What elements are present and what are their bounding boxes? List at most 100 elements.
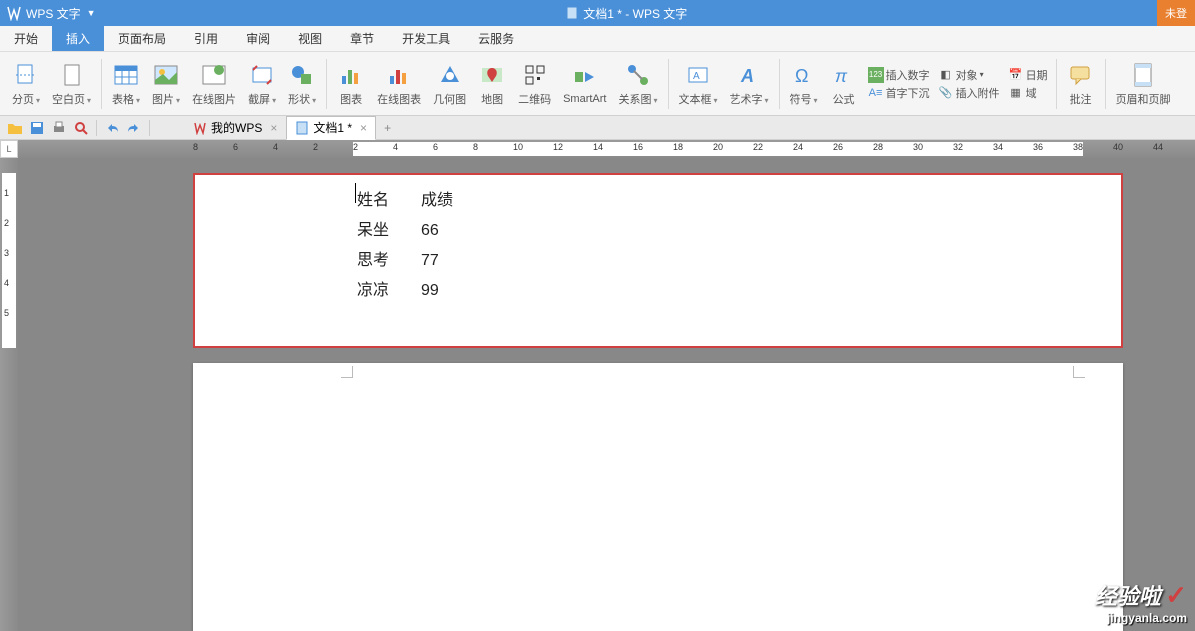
- ribbon: 分页▾ 空白页▾ 表格▾ 图片▾ 在线图片 截屏▾ 形状▾ 图表 在线图表 几何…: [0, 52, 1195, 116]
- qat-redo[interactable]: [124, 118, 144, 138]
- title-left: WPS 文字 ▼: [0, 5, 96, 22]
- watermark: 经验啦 ✓ jingyanla.com: [1095, 579, 1187, 625]
- ribbon-comment[interactable]: 批注: [1061, 54, 1101, 114]
- ribbon-chart[interactable]: 图表: [331, 54, 371, 114]
- qat-sep: [96, 120, 97, 136]
- menu-review[interactable]: 审阅: [232, 26, 284, 51]
- ribbon-symbol[interactable]: Ω符号▾: [784, 54, 824, 114]
- ribbon-header-footer[interactable]: 页眉和页脚: [1110, 54, 1177, 114]
- ribbon-attachment[interactable]: 📎插入附件: [938, 85, 1000, 101]
- attach-icon: 📎: [938, 85, 954, 101]
- ribbon-insert-number[interactable]: 123插入数字: [868, 67, 930, 83]
- tab-close-icon[interactable]: ×: [270, 121, 277, 135]
- svg-text:π: π: [835, 66, 848, 86]
- col-header-score: 成绩: [421, 187, 483, 215]
- check-icon: ✓: [1165, 580, 1187, 610]
- qat-sep: [149, 120, 150, 136]
- title-chevron-icon[interactable]: ▼: [87, 8, 96, 18]
- ribbon-sep: [779, 59, 780, 109]
- menu-devtools[interactable]: 开发工具: [388, 26, 464, 51]
- vertical-ruler[interactable]: 12345: [0, 158, 18, 631]
- ribbon-small-group-2: ◧对象▾ 📎插入附件: [934, 65, 1004, 103]
- ribbon-online-image[interactable]: 在线图片: [186, 54, 242, 114]
- title-bar: WPS 文字 ▼ 文档1 * - WPS 文字 未登: [0, 0, 1195, 26]
- login-badge[interactable]: 未登: [1157, 0, 1195, 26]
- menu-chapter[interactable]: 章节: [336, 26, 388, 51]
- page-wrap: 姓名成绩 呆坐66 思考77 凉凉99: [18, 158, 1195, 631]
- document-page-2[interactable]: [193, 363, 1123, 631]
- watermark-text: 经验啦: [1095, 584, 1161, 609]
- menu-bar: 开始 插入 页面布局 引用 审阅 视图 章节 开发工具 云服务: [0, 26, 1195, 52]
- ribbon-screenshot[interactable]: 截屏▾: [242, 54, 282, 114]
- ribbon-dropcap[interactable]: A≡首字下沉: [868, 85, 930, 101]
- menu-pagelayout[interactable]: 页面布局: [104, 26, 180, 51]
- tab-add-button[interactable]: +: [376, 121, 399, 135]
- ribbon-geometry[interactable]: 几何图: [427, 54, 472, 114]
- doc-icon: [565, 6, 579, 20]
- ruler-row: L 86422468101214161820222426283032343638…: [0, 140, 1195, 158]
- ribbon-sep: [1105, 59, 1106, 109]
- field-icon: ▦: [1008, 85, 1024, 101]
- tab-close-icon[interactable]: ×: [360, 121, 367, 135]
- document-page-highlighted[interactable]: 姓名成绩 呆坐66 思考77 凉凉99: [193, 173, 1123, 348]
- tab-label: 我的WPS: [211, 119, 262, 136]
- ribbon-blankpage[interactable]: 空白页▾: [46, 54, 97, 114]
- qat-print[interactable]: [49, 118, 69, 138]
- ribbon-qrcode[interactable]: 二维码: [512, 54, 557, 114]
- object-icon: ◧: [938, 67, 954, 83]
- cell: 77: [421, 247, 483, 275]
- svg-text:A: A: [740, 66, 754, 86]
- quick-access-toolbar: 我的WPS × 文档1 * × +: [0, 116, 1195, 140]
- menu-insert[interactable]: 插入: [52, 26, 104, 51]
- date-icon: 📅: [1008, 67, 1024, 83]
- svg-text:Ω: Ω: [795, 66, 808, 86]
- ribbon-relation[interactable]: 关系图▾: [613, 54, 664, 114]
- menu-start[interactable]: 开始: [0, 26, 52, 51]
- ribbon-small-group-1: 123插入数字 A≡首字下沉: [864, 65, 934, 103]
- ribbon-date[interactable]: 📅日期: [1008, 67, 1048, 83]
- dropcap-icon: A≡: [868, 85, 884, 101]
- ribbon-sep: [326, 59, 327, 109]
- ribbon-equation[interactable]: π公式: [824, 54, 864, 114]
- wps-logo-icon: [6, 5, 22, 21]
- ribbon-map[interactable]: 地图: [472, 54, 512, 114]
- menu-reference[interactable]: 引用: [180, 26, 232, 51]
- watermark-url: jingyanla.com: [1095, 611, 1187, 625]
- tab-label: 文档1 *: [313, 119, 352, 136]
- ruler-corner[interactable]: L: [0, 140, 18, 158]
- doc-tab-icon: [295, 121, 309, 135]
- menu-view[interactable]: 视图: [284, 26, 336, 51]
- qat-preview[interactable]: [71, 118, 91, 138]
- cell: 思考: [357, 247, 419, 275]
- ribbon-table[interactable]: 表格▾: [106, 54, 146, 114]
- wps-tab-icon: [193, 121, 207, 135]
- app-name: WPS 文字: [26, 5, 81, 22]
- tab-mywps[interactable]: 我的WPS ×: [184, 116, 286, 140]
- ribbon-object[interactable]: ◧对象▾: [938, 67, 1000, 83]
- ribbon-pagebreak[interactable]: 分页▾: [6, 54, 46, 114]
- ribbon-image[interactable]: 图片▾: [146, 54, 186, 114]
- ribbon-sep: [101, 59, 102, 109]
- ribbon-shapes[interactable]: 形状▾: [282, 54, 322, 114]
- svg-text:A: A: [693, 71, 700, 82]
- ribbon-textbox[interactable]: A文本框▾: [673, 54, 724, 114]
- ribbon-smartart[interactable]: SmartArt: [557, 54, 612, 114]
- ribbon-wordart[interactable]: A艺术字▾: [724, 54, 775, 114]
- tab-document[interactable]: 文档1 * ×: [286, 116, 376, 140]
- cell: 99: [421, 277, 483, 305]
- margin-mark-icon: [1073, 358, 1093, 378]
- doc-title: 文档1 * - WPS 文字: [583, 5, 687, 22]
- document-text[interactable]: 姓名成绩 呆坐66 思考77 凉凉99: [355, 185, 485, 307]
- ribbon-field[interactable]: ▦域: [1008, 85, 1048, 101]
- qat-save[interactable]: [27, 118, 47, 138]
- ribbon-small-group-3: 📅日期 ▦域: [1004, 65, 1052, 103]
- col-header-name: 姓名: [357, 187, 419, 215]
- horizontal-ruler[interactable]: 8642246810121416182022242628303234363840…: [18, 140, 1195, 158]
- ribbon-online-chart[interactable]: 在线图表: [371, 54, 427, 114]
- menu-cloud[interactable]: 云服务: [464, 26, 528, 51]
- number-icon: 123: [868, 67, 884, 83]
- qat-open[interactable]: [5, 118, 25, 138]
- margin-mark-icon: [333, 358, 353, 378]
- cell: 66: [421, 217, 483, 245]
- qat-undo[interactable]: [102, 118, 122, 138]
